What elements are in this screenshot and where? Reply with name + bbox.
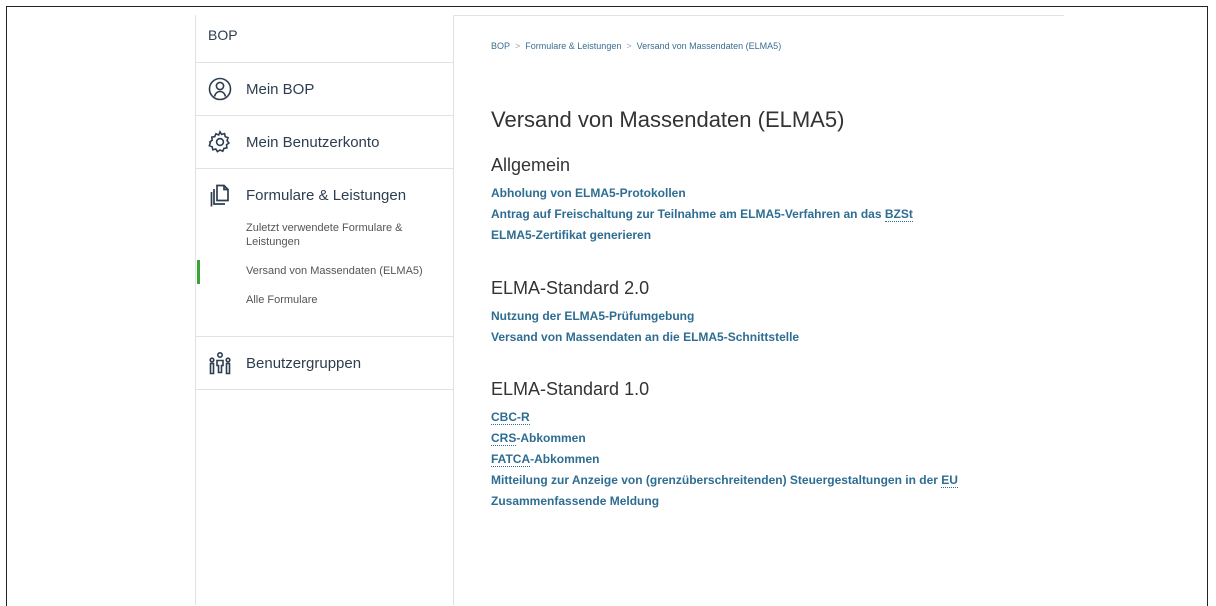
section-heading: ELMA-Standard 1.0 — [491, 379, 650, 399]
page-title: Versand von Massendaten (ELMA5) — [491, 107, 845, 132]
abbr-bzst: BZSt — [884, 207, 913, 222]
section-heading: Allgemein — [491, 155, 571, 175]
sidebar-subitem-versand-massendaten[interactable]: Versand von Massendaten (ELMA5) — [196, 260, 453, 284]
sidebar-item-label: Formulare & Leistungen — [246, 186, 407, 204]
sidebar-sub-list: Zuletzt verwendete Formulare & Leistunge… — [196, 221, 453, 336]
breadcrumb-item-formulare[interactable]: Formulare & Leistungen — [525, 41, 621, 51]
abbr-eu: EU — [941, 473, 958, 488]
link-text: Mitteilung zur Anzeige von (grenzübersch… — [491, 473, 942, 487]
sidebar-subitem-zuletzt-verwendet[interactable]: Zuletzt verwendete Formulare & Leistunge… — [196, 221, 453, 249]
breadcrumb-item-current: Versand von Massendaten (ELMA5) — [636, 41, 782, 51]
sidebar-item-label: Mein BOP — [246, 80, 315, 98]
sidebar-top-bop[interactable]: BOP — [196, 15, 453, 63]
link-fatca-abkommen[interactable]: FATCA-Abkommen — [491, 449, 958, 470]
header-divider — [452, 15, 1064, 16]
gear-icon — [208, 130, 232, 154]
section-heading: ELMA-Standard 2.0 — [491, 278, 650, 298]
link-text: Antrag auf Freischaltung zur Teilnahme a… — [491, 207, 885, 221]
sidebar-item-benutzergruppen[interactable]: Benutzergruppen — [196, 337, 453, 390]
abbr-crs: CRS — [491, 431, 517, 446]
section-elma-standard-2: ELMA-Standard 2.0 Nutzung der ELMA5-Prüf… — [491, 278, 799, 348]
sidebar-item-formulare-leistungen[interactable]: Formulare & Leistungen — [196, 169, 453, 221]
link-antrag-freischaltung[interactable]: Antrag auf Freischaltung zur Teilnahme a… — [491, 204, 913, 225]
user-circle-icon — [208, 77, 232, 101]
sidebar-item-label: Mein Benutzerkonto — [246, 133, 380, 151]
abbr-fatca: FATCA — [491, 452, 531, 467]
sidebar-group-formulare: Formulare & Leistungen Zuletzt verwendet… — [196, 169, 453, 337]
link-pruefumgebung[interactable]: Nutzung der ELMA5-Prüfumgebung — [491, 306, 799, 327]
user-group-icon — [208, 351, 232, 375]
link-text: -Abkommen — [530, 452, 600, 466]
link-zertifikat-generieren[interactable]: ELMA5-Zertifikat generieren — [491, 225, 913, 246]
link-text: -Abkommen — [516, 431, 586, 445]
sidebar: BOP Mein BOP Mein Benutzerkonto Formular… — [195, 15, 454, 605]
sidebar-item-label: Benutzergruppen — [246, 354, 362, 372]
sidebar-item-mein-benutzerkonto[interactable]: Mein Benutzerkonto — [196, 116, 453, 169]
abbr-cbc-r: CBC-R — [491, 410, 530, 425]
sidebar-subitem-alle-formulare[interactable]: Alle Formulare — [196, 293, 453, 307]
link-mitteilung-steuergestaltungen[interactable]: Mitteilung zur Anzeige von (grenzübersch… — [491, 470, 958, 491]
breadcrumb-separator: > — [515, 41, 521, 51]
link-versand-schnittstelle[interactable]: Versand von Massendaten an die ELMA5-Sch… — [491, 327, 799, 348]
sidebar-item-mein-bop[interactable]: Mein BOP — [196, 63, 453, 116]
section-allgemein: Allgemein Abholung von ELMA5-Protokollen… — [491, 155, 913, 246]
section-elma-standard-1: ELMA-Standard 1.0 CBC-R CRS-Abkommen FAT… — [491, 379, 958, 512]
breadcrumb-separator: > — [626, 41, 632, 51]
link-cbc-r[interactable]: CBC-R — [491, 407, 958, 428]
link-zusammenfassende-meldung[interactable]: Zusammenfassende Meldung — [491, 491, 958, 512]
documents-icon — [208, 183, 232, 207]
breadcrumb-item-bop[interactable]: BOP — [491, 41, 510, 51]
link-crs-abkommen[interactable]: CRS-Abkommen — [491, 428, 958, 449]
breadcrumb: BOP > Formulare & Leistungen > Versand von M… — [491, 41, 781, 51]
link-abholung-protokolle[interactable]: Abholung von ELMA5-Protokollen — [491, 183, 913, 204]
